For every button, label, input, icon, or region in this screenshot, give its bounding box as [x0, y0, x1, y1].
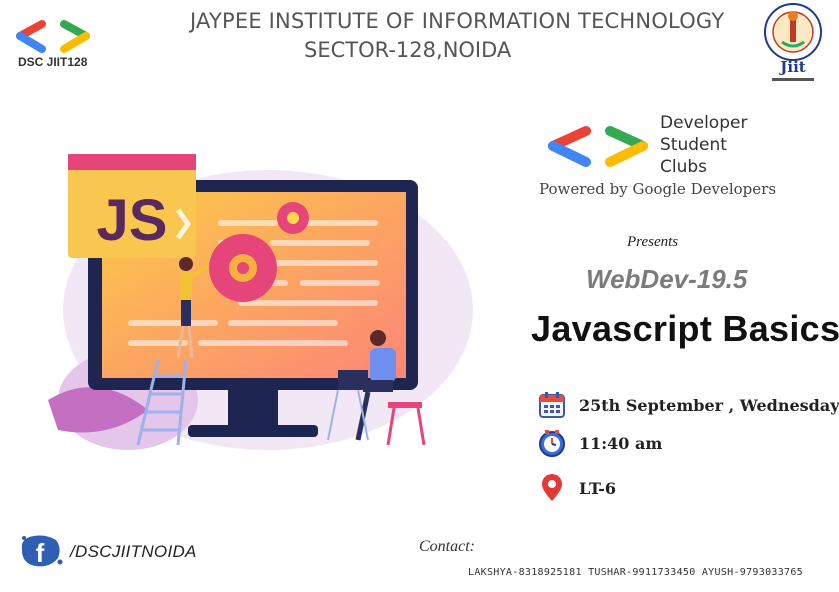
js-badge-text: JS: [97, 188, 168, 253]
brand-name-line2: Student: [660, 135, 727, 155]
brand-name-line1: Developer: [660, 113, 748, 133]
javascript-illustration: JS: [48, 154, 473, 450]
contact-numbers: LAKSHYA-8318925181 TUSHAR-9911733450 AYU…: [468, 567, 803, 578]
event-series: WebDev-19.5: [586, 264, 748, 294]
event-time-row: 11:40 am: [536, 427, 662, 459]
event-venue: LT-6: [579, 478, 616, 498]
brand-name-line3: Clubs: [660, 157, 708, 177]
powered-by-text: Powered by Google Developers: [539, 180, 777, 198]
js-badge: JS: [52, 154, 196, 258]
event-date: 25th September , Wednesday: [579, 395, 839, 415]
institute-name: JAYPEE INSTITUTE OF INFORMATION TECHNOLO…: [190, 9, 725, 33]
contact-label: Contact:: [419, 538, 475, 555]
event-date-row: 25th September , Wednesday: [536, 389, 839, 421]
event-title: Javascript Basics: [531, 308, 839, 349]
event-venue-row: LT-6: [536, 472, 616, 504]
gear-small-icon: [277, 202, 309, 234]
facebook-handle[interactable]: /DSCJIITNOIDA: [70, 542, 197, 562]
facebook-icon[interactable]: f: [16, 532, 64, 570]
seal-abbrev: Jiit: [778, 58, 805, 76]
jiit-seal-icon: Jiit: [764, 3, 822, 81]
svg-text:f: f: [36, 538, 45, 568]
presents-text: Presents: [627, 234, 679, 250]
brand-name: Developer Student Clubs: [660, 112, 747, 178]
event-time: 11:40 am: [579, 433, 663, 453]
clock-icon: [536, 427, 568, 459]
gear-large-icon: [209, 234, 277, 302]
institute-address: SECTOR-128,NOIDA: [304, 38, 512, 62]
dsc-brackets-icon: [548, 126, 648, 167]
location-pin-icon: [536, 472, 568, 504]
calendar-icon: [536, 389, 568, 421]
club-logo-label: DSC JIIT128: [18, 55, 88, 69]
